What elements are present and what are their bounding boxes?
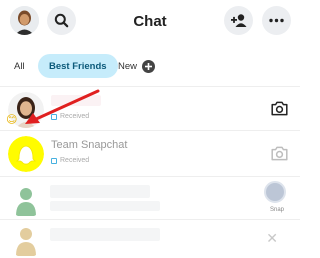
chat-row[interactable]: 😊 Received xyxy=(0,86,300,132)
more-button[interactable] xyxy=(262,6,291,35)
received-icon xyxy=(51,157,57,164)
add-friend-icon xyxy=(230,14,246,27)
camera-icon[interactable] xyxy=(271,101,288,116)
default-avatar xyxy=(16,188,36,216)
chat-header: Chat xyxy=(0,0,300,42)
filter-tabs: All Best Friends New xyxy=(0,50,300,82)
add-friend-button[interactable] xyxy=(224,6,253,35)
chat-status: Received xyxy=(51,157,89,164)
page-title: Chat xyxy=(133,13,167,30)
default-avatar xyxy=(16,228,36,256)
emoji-icon: 😊 xyxy=(6,113,18,126)
plus-icon xyxy=(142,59,156,73)
chat-row[interactable]: Team Snapchat Received xyxy=(0,130,300,176)
friend-name-redacted xyxy=(50,185,150,198)
snap-badge[interactable] xyxy=(264,181,286,203)
tab-new[interactable]: New xyxy=(118,54,156,78)
chat-row[interactable]: Snap xyxy=(0,176,300,222)
annotation-arrow xyxy=(25,89,100,124)
snapchat-ghost-avatar xyxy=(8,136,44,172)
close-icon[interactable]: ✕ xyxy=(266,230,278,247)
tab-best-friends[interactable]: Best Friends xyxy=(38,54,118,78)
status-redacted xyxy=(50,201,160,211)
tab-new-label: New xyxy=(118,60,138,72)
friend-name-redacted xyxy=(50,228,160,241)
more-icon xyxy=(269,18,284,23)
snap-label: Snap xyxy=(269,207,284,213)
tab-all[interactable]: All xyxy=(14,54,25,78)
chat-row[interactable]: ✕ xyxy=(0,219,300,258)
friend-name: Team Snapchat xyxy=(51,139,128,151)
camera-icon[interactable] xyxy=(271,146,288,161)
